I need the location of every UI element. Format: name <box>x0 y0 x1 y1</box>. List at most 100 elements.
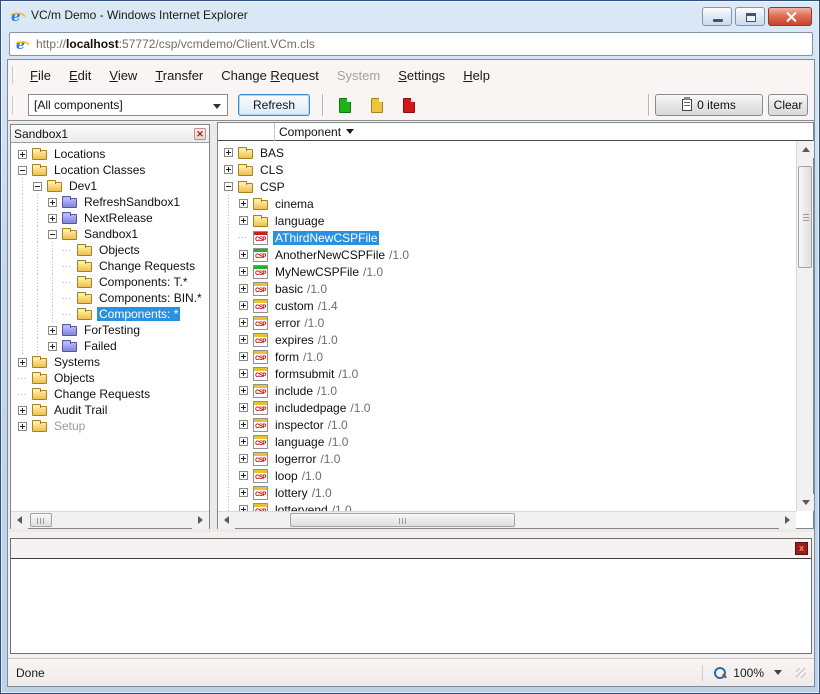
expand-icon[interactable] <box>239 437 248 446</box>
tree-item-language[interactable]: language <box>224 212 796 229</box>
expand-icon[interactable] <box>48 214 57 223</box>
url-text[interactable]: http://localhost:57772/csp/vcmdemo/Clien… <box>36 37 315 51</box>
expand-icon[interactable] <box>239 267 248 276</box>
menu-file[interactable]: File <box>21 64 60 87</box>
yellow-page-button[interactable] <box>364 92 390 118</box>
scroll-down-icon[interactable] <box>797 494 814 511</box>
tree-item-objects[interactable]: Objects <box>18 242 209 258</box>
menu-change-request[interactable]: Change Request <box>212 64 328 87</box>
expand-icon[interactable] <box>239 284 248 293</box>
close-button[interactable] <box>768 7 812 26</box>
scroll-left-icon[interactable] <box>218 512 235 529</box>
tree-item-formsubmit[interactable]: CSPformsubmit/1.0 <box>224 365 796 382</box>
items-count-button[interactable]: 0 items <box>655 94 763 116</box>
zoom-magnifier-icon[interactable] <box>713 666 727 680</box>
scrollbar-thumb[interactable] <box>798 166 812 268</box>
horizontal-scrollbar[interactable] <box>218 511 796 528</box>
clear-button[interactable]: Clear <box>768 94 808 116</box>
restore-button[interactable] <box>735 7 765 26</box>
expand-icon[interactable] <box>239 471 248 480</box>
expand-icon[interactable] <box>239 216 248 225</box>
collapse-icon[interactable] <box>33 182 42 191</box>
expand-icon[interactable] <box>239 318 248 327</box>
expand-icon[interactable] <box>239 335 248 344</box>
collapse-icon[interactable] <box>48 230 57 239</box>
refresh-button[interactable]: Refresh <box>238 94 310 116</box>
expand-icon[interactable] <box>239 488 248 497</box>
expand-icon[interactable] <box>48 326 57 335</box>
expand-icon[interactable] <box>239 454 248 463</box>
tree-item-locations[interactable]: Locations <box>18 146 209 162</box>
tree-item-change-requests[interactable]: Change Requests <box>18 258 209 274</box>
tree-item-change-requests[interactable]: Change Requests <box>18 386 209 402</box>
expand-icon[interactable] <box>18 150 27 159</box>
expand-icon[interactable] <box>239 301 248 310</box>
tree-item-lottery[interactable]: CSPlottery/1.0 <box>224 484 796 501</box>
zoom-level[interactable]: 100% <box>733 666 764 680</box>
expand-icon[interactable] <box>239 420 248 429</box>
green-page-button[interactable] <box>332 92 358 118</box>
tree-item-includedpage[interactable]: CSPincludedpage/1.0 <box>224 399 796 416</box>
tree-item-systems[interactable]: Systems <box>18 354 209 370</box>
tree-item-audit-trail[interactable]: Audit Trail <box>18 402 209 418</box>
scrollbar-thumb[interactable] <box>290 513 515 527</box>
scroll-right-icon[interactable] <box>192 512 209 529</box>
component-filter-dropdown[interactable]: [All components] <box>28 94 228 116</box>
scroll-left-icon[interactable] <box>11 512 28 529</box>
tree-item-dev1[interactable]: Dev1 <box>18 178 209 194</box>
tree-item-mynewcspfile[interactable]: CSPMyNewCSPFile/1.0 <box>224 263 796 280</box>
tree-item-objects[interactable]: Objects <box>18 370 209 386</box>
tree-item-logerror[interactable]: CSPlogerror/1.0 <box>224 450 796 467</box>
tree-item-basic[interactable]: CSPbasic/1.0 <box>224 280 796 297</box>
panel-close-icon[interactable]: ✕ <box>194 128 206 140</box>
expand-icon[interactable] <box>239 199 248 208</box>
output-close-icon[interactable]: x <box>795 542 808 555</box>
expand-icon[interactable] <box>239 386 248 395</box>
tree-item-athirdnewcspfile[interactable]: CSPAThirdNewCSPFile <box>224 229 796 246</box>
expand-icon[interactable] <box>18 422 27 431</box>
expand-icon[interactable] <box>224 165 233 174</box>
tree-item-fortesting[interactable]: ForTesting <box>18 322 209 338</box>
expand-icon[interactable] <box>48 198 57 207</box>
menu-help[interactable]: Help <box>454 64 499 87</box>
scroll-right-icon[interactable] <box>779 512 796 529</box>
collapse-icon[interactable] <box>224 182 233 191</box>
red-page-button[interactable] <box>396 92 422 118</box>
menu-edit[interactable]: Edit <box>60 64 100 87</box>
tree-item-cls[interactable]: CLS <box>224 161 796 178</box>
expand-icon[interactable] <box>239 250 248 259</box>
tree-item-include[interactable]: CSPinclude/1.0 <box>224 382 796 399</box>
expand-icon[interactable] <box>48 342 57 351</box>
horizontal-scrollbar[interactable] <box>11 511 209 528</box>
expand-icon[interactable] <box>239 403 248 412</box>
resize-grip[interactable] <box>796 668 806 678</box>
component-column-header[interactable]: Component <box>218 123 813 141</box>
expand-icon[interactable] <box>18 406 27 415</box>
tree-item-setup[interactable]: Setup <box>18 418 209 434</box>
expand-icon[interactable] <box>18 358 27 367</box>
tree-item-form[interactable]: CSPform/1.0 <box>224 348 796 365</box>
tree-item-location-classes[interactable]: Location Classes <box>18 162 209 178</box>
menu-settings[interactable]: Settings <box>389 64 454 87</box>
minimize-button[interactable] <box>702 7 732 26</box>
tree-item-loop[interactable]: CSPloop/1.0 <box>224 467 796 484</box>
tree-item-components-[interactable]: Components: * <box>18 306 209 322</box>
tree-item-cinema[interactable]: cinema <box>224 195 796 212</box>
tree-item-components-t-[interactable]: Components: T.* <box>18 274 209 290</box>
tree-item-failed[interactable]: Failed <box>18 338 209 354</box>
tree-item-refreshsandbox1[interactable]: RefreshSandbox1 <box>18 194 209 210</box>
scrollbar-thumb[interactable] <box>30 513 52 527</box>
tree-item-anothernewcspfile[interactable]: CSPAnotherNewCSPFile/1.0 <box>224 246 796 263</box>
tree-item-expires[interactable]: CSPexpires/1.0 <box>224 331 796 348</box>
tree-item-error[interactable]: CSPerror/1.0 <box>224 314 796 331</box>
tree-item-nextrelease[interactable]: NextRelease <box>18 210 209 226</box>
menu-view[interactable]: View <box>100 64 146 87</box>
expand-icon[interactable] <box>224 148 233 157</box>
tree-item-language[interactable]: CSPlanguage/1.0 <box>224 433 796 450</box>
tree-item-lotteryend[interactable]: CSPlotteryend/1.0 <box>224 501 796 511</box>
expand-icon[interactable] <box>239 369 248 378</box>
scroll-up-icon[interactable] <box>797 141 814 158</box>
tree-item-sandbox1[interactable]: Sandbox1 <box>18 226 209 242</box>
tree-item-inspector[interactable]: CSPinspector/1.0 <box>224 416 796 433</box>
vertical-scrollbar[interactable] <box>796 141 813 511</box>
